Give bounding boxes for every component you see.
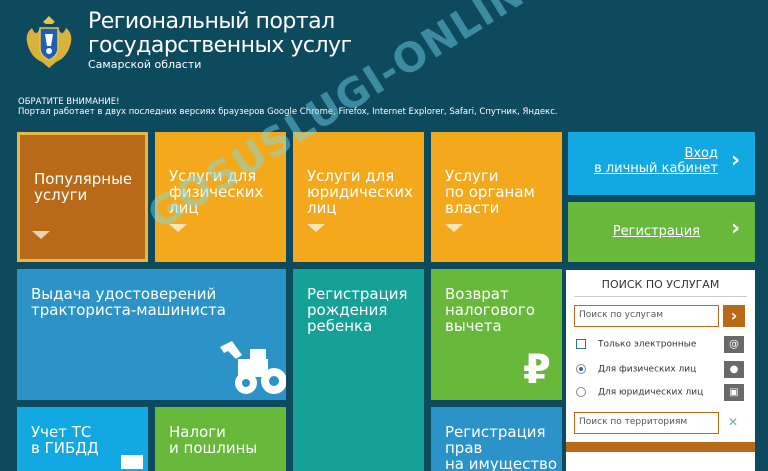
- service-search-panel: ПОИСК ПО УСЛУГАМ Поиск по услугам › Толь…: [566, 270, 755, 471]
- region-subtitle: Самарской области: [88, 58, 202, 71]
- chevron-down-icon: [32, 231, 50, 239]
- radio-selected[interactable]: [576, 364, 586, 374]
- divider: [574, 296, 747, 297]
- chevron-down-icon: [307, 224, 325, 232]
- tile-birth-registration[interactable]: Регистрация рождения ребенка: [293, 269, 424, 471]
- search-panel-footer-bar: [566, 442, 755, 452]
- individuals-option[interactable]: Для физических лиц: [576, 364, 696, 375]
- legal-option-label: Для юридических лиц: [598, 387, 704, 398]
- tile-individuals[interactable]: Услуги для физических лиц: [155, 132, 286, 262]
- chevron-down-icon: [169, 224, 187, 232]
- only-electronic-label: Только электронные: [598, 339, 697, 350]
- checkbox[interactable]: [576, 339, 586, 349]
- person-icon: ●: [724, 361, 744, 378]
- browser-notice: ОБРАТИТЕ ВНИМАНИЕ! Портал работает в дву…: [18, 97, 558, 117]
- tile-property-label: Регистрация прав на имущество: [445, 423, 558, 471]
- tile-tax-refund-label: Возврат налогового вычета: [445, 285, 535, 335]
- search-placeholder: Поиск по услугам: [579, 310, 664, 320]
- title-line-2: государственных услуг: [88, 33, 352, 58]
- territory-search-input[interactable]: Поиск по территориям: [574, 412, 719, 434]
- ruble-icon: ₽: [523, 347, 551, 393]
- search-go-button[interactable]: ›: [723, 305, 745, 327]
- search-panel-title: ПОИСК ПО УСЛУГАМ: [601, 278, 720, 291]
- service-search-input[interactable]: Поиск по услугам: [574, 305, 719, 327]
- tile-birth-label: Регистрация рождения ребенка: [307, 285, 408, 335]
- chevron-right-icon: ›: [731, 216, 741, 241]
- tile-taxes-label: Налоги и пошлины: [169, 423, 258, 457]
- notice-heading: ОБРАТИТЕ ВНИМАНИЕ!: [18, 97, 120, 107]
- tile-tractor-label: Выдача удостоверений тракториста-машинис…: [31, 285, 226, 319]
- radio[interactable]: [576, 387, 586, 397]
- notice-text: Портал работает в двух последних версиях…: [18, 107, 558, 117]
- tile-individuals-label: Услуги для физических лиц: [169, 167, 264, 217]
- tile-popular-services[interactable]: Популярные услуги: [17, 132, 148, 262]
- car-icon: [121, 455, 143, 469]
- tile-vehicle-label: Учет ТС в ГИБДД: [31, 423, 99, 457]
- chevron-down-icon: [445, 224, 463, 232]
- tile-authorities[interactable]: Услуги по органам власти: [431, 132, 562, 262]
- chevron-right-icon: ›: [731, 148, 741, 173]
- tile-tractor-license[interactable]: Выдача удостоверений тракториста-машинис…: [17, 269, 286, 400]
- portal-title: Региональный портал государственных услу…: [88, 10, 352, 58]
- only-electronic-option[interactable]: Только электронные: [576, 339, 696, 350]
- clear-icon[interactable]: ✕: [728, 415, 738, 429]
- at-sign-icon: @: [724, 336, 744, 353]
- registration-button[interactable]: Регистрация ›: [568, 202, 755, 262]
- tile-property-rights[interactable]: Регистрация прав на имущество: [431, 407, 562, 471]
- tractor-icon: [220, 341, 286, 394]
- registration-label: Регистрация: [612, 224, 700, 239]
- tile-taxes[interactable]: Налоги и пошлины: [155, 407, 286, 471]
- briefcase-icon: ▣: [724, 384, 744, 401]
- tile-authorities-label: Услуги по органам власти: [445, 167, 535, 217]
- title-line-1: Региональный портал: [88, 9, 335, 34]
- legal-option[interactable]: Для юридических лиц: [576, 387, 703, 398]
- coat-of-arms-icon: [26, 16, 72, 68]
- tile-tax-refund[interactable]: Возврат налогового вычета ₽: [431, 269, 562, 400]
- territory-placeholder: Поиск по территориям: [579, 417, 688, 427]
- tile-legal-entities[interactable]: Услуги для юридических лиц: [293, 132, 424, 262]
- tile-vehicle-registration[interactable]: Учет ТС в ГИБДД: [17, 407, 148, 471]
- header: Региональный портал государственных услу…: [0, 0, 768, 95]
- login-button[interactable]: Вход в личный кабинет ›: [568, 132, 755, 195]
- tile-popular-label: Популярные услуги: [34, 170, 133, 204]
- login-label: Вход в личный кабинет: [594, 146, 718, 176]
- tile-legal-label: Услуги для юридических лиц: [307, 167, 414, 217]
- individuals-option-label: Для физических лиц: [598, 364, 697, 375]
